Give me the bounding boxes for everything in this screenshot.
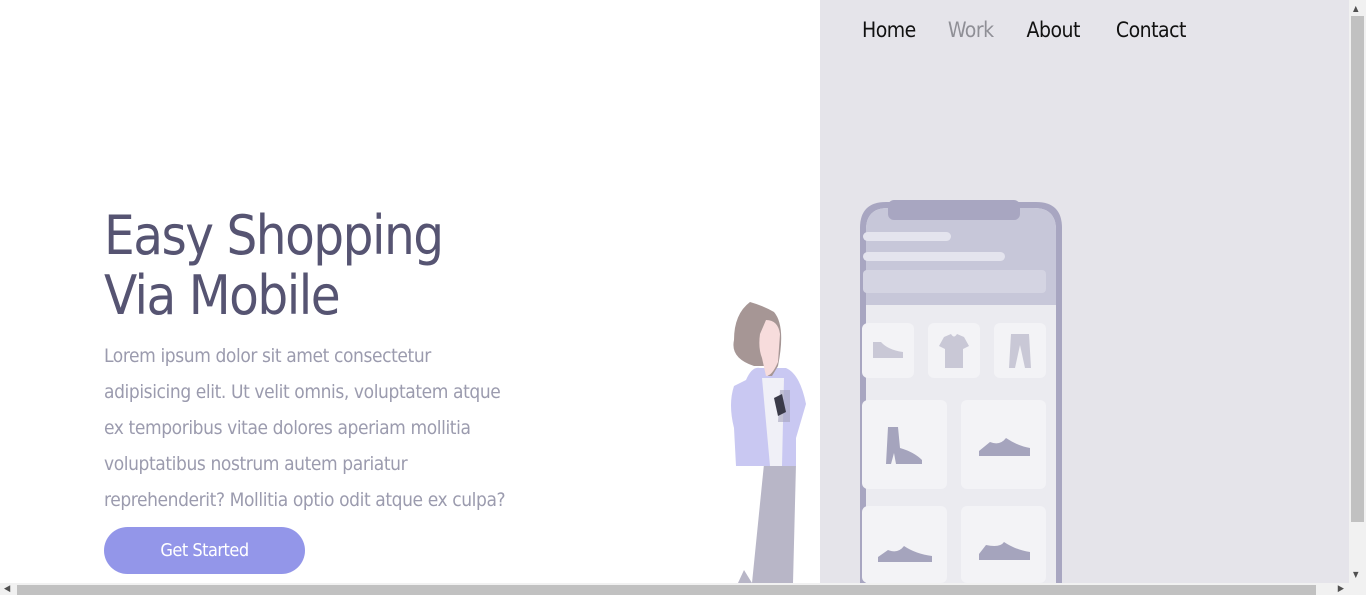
hero-title: Easy Shopping Via Mobile xyxy=(104,204,444,327)
get-started-button[interactable]: Get Started xyxy=(104,527,305,574)
scrollbar-vertical[interactable]: ▲ ▼ xyxy=(1349,0,1366,583)
hero-description: Lorem ipsum dolor sit amet consectetur a… xyxy=(104,345,506,511)
main-nav: Home Work About Contact xyxy=(862,18,1186,42)
woman-illustration xyxy=(731,302,806,583)
shopping-illustration xyxy=(731,200,1062,583)
scroll-left-arrow-icon[interactable]: ◀ xyxy=(4,583,10,595)
nav-home[interactable]: Home xyxy=(862,18,916,42)
nav-work[interactable]: Work xyxy=(948,18,994,42)
hero-title-line1: Easy Shopping xyxy=(104,204,444,267)
hero-title-line2: Via Mobile xyxy=(104,264,341,327)
scroll-down-arrow-icon[interactable]: ▼ xyxy=(1353,570,1359,579)
scrollbar-vertical-thumb[interactable] xyxy=(1351,16,1364,522)
scrollbar-horizontal[interactable]: ◀ ▶ xyxy=(0,583,1366,595)
scrollbar-horizontal-thumb[interactable] xyxy=(17,585,1316,595)
nav-about[interactable]: About xyxy=(1027,18,1081,42)
scroll-up-arrow-icon[interactable]: ▲ xyxy=(1353,4,1359,13)
nav-contact[interactable]: Contact xyxy=(1116,18,1187,42)
scroll-right-arrow-icon[interactable]: ▶ xyxy=(1338,583,1344,595)
